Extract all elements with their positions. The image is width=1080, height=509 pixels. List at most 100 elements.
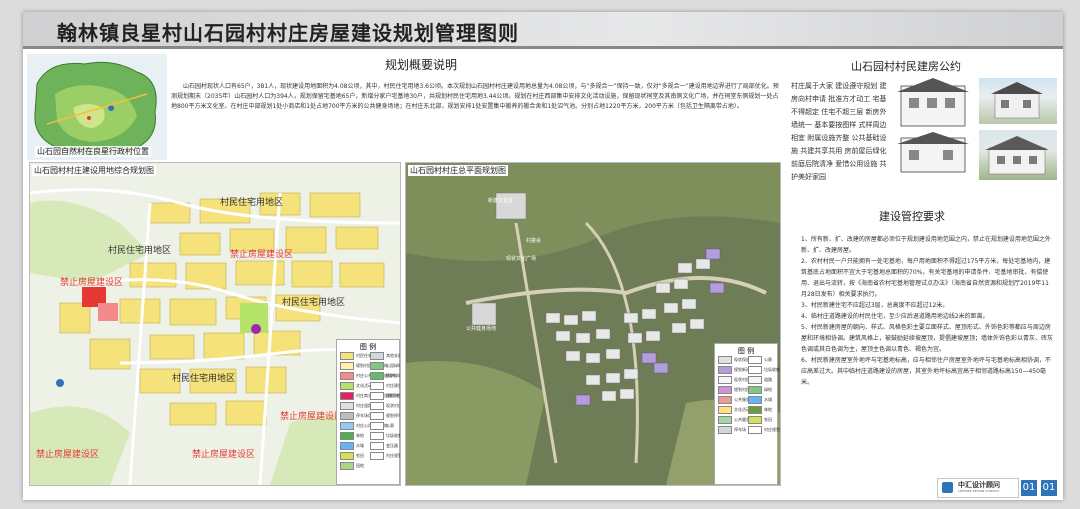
legend-swatch xyxy=(718,386,732,394)
legend-swatch xyxy=(340,362,354,370)
legend-item: 公园绿地 xyxy=(370,362,401,370)
legend-item: 垃圾收集点 xyxy=(370,432,400,440)
legend-label: 村庄规划范围 xyxy=(764,427,780,432)
legend-swatch xyxy=(718,356,732,364)
legend-label: 农田 xyxy=(356,453,364,458)
legend-label: 农田 xyxy=(764,417,772,422)
page-number: 01 xyxy=(1021,480,1037,496)
legend-label: 变压器 xyxy=(386,443,398,448)
legend-label: 水域 xyxy=(764,397,772,402)
legend-label: 垃圾收集点 xyxy=(764,367,780,372)
page-total: 01 xyxy=(1041,480,1057,496)
legend-label: 现状村庄道路 xyxy=(386,403,400,408)
legend-swatch xyxy=(370,412,384,420)
legend-swatch xyxy=(748,416,762,424)
legend-swatch xyxy=(370,422,384,430)
plan-label: 现状文化广场 xyxy=(506,256,537,262)
legend-label: 村庄建设边界 xyxy=(386,383,400,388)
convention-heading: 山石园村村民建房公约 xyxy=(851,60,961,73)
land-use-map: 山石园村村庄建设用地综合规划图 村民住宅用地区 村民住宅用地区 禁止房屋建设区 … xyxy=(29,162,401,486)
legend-swatch xyxy=(370,402,384,410)
overview-text: 山石园村现状人口有65户，381人，现状建设用地面积为4.08公顷，其中，村民住… xyxy=(171,83,779,110)
plan-label: 公共健身场地 xyxy=(466,326,497,332)
land-use-legend-heading: 图 例 xyxy=(359,343,377,351)
header-divider xyxy=(23,46,1063,49)
zone-label: 村民住宅用地区 xyxy=(220,198,284,208)
legend-swatch xyxy=(340,462,354,470)
legend-label: 园地 xyxy=(356,463,364,468)
location-map: 山石园自然村在良星行政村位置 xyxy=(27,54,167,160)
legend-swatch xyxy=(748,426,762,434)
legend-item: 水域 xyxy=(748,396,772,404)
location-map-caption: 山石园自然村在良星行政村位置 xyxy=(35,146,151,157)
convention-text: 村庄属于大家 建设遵守规划 建房向村申请 批准方才动工 宅基不得超定 住宅不超三… xyxy=(791,82,887,181)
legend-label: 道路 xyxy=(764,377,772,382)
requirement-item: 1、所有新、扩、改建的房屋都必须位于规划建设用地范围之内，禁止在规划建设用地范围… xyxy=(801,236,1051,254)
zone-label: 村民住宅用地区 xyxy=(172,374,236,384)
legend-item: 公厕 xyxy=(370,422,394,430)
legend-swatch xyxy=(340,352,354,360)
legend-label: 停车场 xyxy=(734,427,746,432)
legend-label: 村庄规划范围 xyxy=(386,453,400,458)
requirements-list: 1、所有新、扩、改建的房屋都必须位于规划建设用地范围之内，禁止在规划建设用地范围… xyxy=(801,234,1053,388)
legend-swatch xyxy=(718,416,732,424)
header-bar: 翰林镇良星村山石园村村庄房屋建设规划管理图则 xyxy=(23,12,1063,49)
land-use-map-title: 山石园村村庄建设用地综合规划图 xyxy=(32,165,156,176)
legend-swatch xyxy=(340,382,354,390)
legend-swatch xyxy=(748,366,762,374)
legend-swatch xyxy=(370,452,384,460)
legend-swatch xyxy=(748,376,762,384)
legend-item: 规划停车场 xyxy=(370,412,400,420)
legend-label: 林地 xyxy=(764,407,772,412)
legend-swatch xyxy=(718,396,732,404)
legend-swatch xyxy=(718,366,732,374)
legend-item: 垃圾收集点 xyxy=(748,366,780,374)
legend-swatch xyxy=(340,392,354,400)
legend-item: 停车场 xyxy=(718,426,746,434)
master-plan-legend: 图 例 现状保留住宅 规划新建住宅 现状村民住宅 规划村民住宅 公共服务设施 文化活动场地… xyxy=(714,343,780,485)
legend-swatch xyxy=(748,406,762,414)
planning-board: 翰林镇良星村山石园村村庄房屋建设规划管理图则 山石园自然村在良星行政村位置 规划… xyxy=(23,12,1063,500)
requirement-item: 5、村民新建房屋的朝向、样式、风格色彩主要立面样式、屋顶形式、外饰色彩等都应与周… xyxy=(801,324,1054,353)
legend-label: 公厕 xyxy=(386,423,394,428)
requirement-item: 3、村民新建住宅不应超过3层，总高度不应超过12米。 xyxy=(801,302,949,309)
legend-item: 村庄规划范围 xyxy=(748,426,780,434)
zone-label: 禁止房屋建设区 xyxy=(230,250,294,260)
legend-label: 水域 xyxy=(356,443,364,448)
legend-swatch xyxy=(340,412,354,420)
zone-label: 禁止房屋建设区 xyxy=(280,412,344,422)
legend-item: 农田 xyxy=(748,416,772,424)
plan-label: 新建文化室 xyxy=(488,198,514,204)
legend-label: 公园绿地 xyxy=(386,363,401,368)
master-plan-title: 山石园村村庄总平面规划图 xyxy=(408,165,508,176)
master-plan-map: 山石园村村庄总平面规划图 新建文化室 公共健身场地 现状文化广场 村委会 图 例… xyxy=(405,162,781,486)
legend-swatch xyxy=(370,442,384,450)
house-render-photo xyxy=(979,130,1057,180)
land-use-legend: 图 例 村民住宅用地规划村民住宅用地村庄公共服务设施用地文化活动场地村庄商业服务… xyxy=(336,339,400,485)
legend-swatch xyxy=(370,392,384,400)
legend-label: 公厕 xyxy=(764,357,772,362)
legend-swatch xyxy=(370,432,384,440)
legend-swatch xyxy=(370,352,384,360)
zone-label: 禁止房屋建设区 xyxy=(192,450,256,460)
legend-swatch xyxy=(718,406,732,414)
zone-label: 禁止房屋建设区 xyxy=(60,278,124,288)
legend-swatch xyxy=(718,426,732,434)
legend-swatch xyxy=(748,356,762,364)
legend-item: 道路 xyxy=(748,376,772,384)
company-logo-icon xyxy=(942,482,953,493)
legend-item: 林地 xyxy=(340,432,364,440)
legend-label: 规划停车场 xyxy=(386,413,400,418)
legend-swatch xyxy=(340,442,354,450)
overview-heading: 规划概要说明 xyxy=(385,58,458,72)
legend-item: 变压器 xyxy=(370,442,398,450)
legend-item: 其他非建设用地 xyxy=(370,352,400,360)
legend-item: 公厕 xyxy=(748,356,772,364)
legend-label: 林地 xyxy=(356,433,364,438)
legend-label: 绿地 xyxy=(764,387,772,392)
house-render-photo xyxy=(979,78,1057,124)
legend-label: 防护绿地 xyxy=(386,373,401,378)
zone-label: 村民住宅用地区 xyxy=(282,298,346,308)
requirements-heading: 建设管控要求 xyxy=(879,210,945,223)
legend-swatch xyxy=(340,372,354,380)
